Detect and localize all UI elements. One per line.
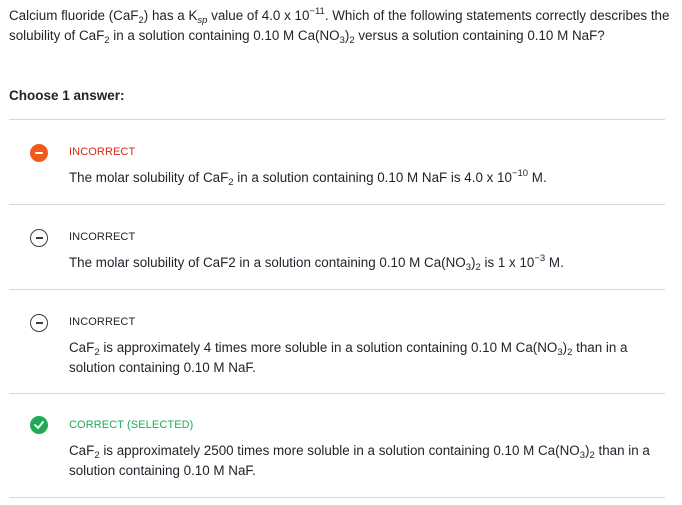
choice-status: CORRECT (SELECTED) [69, 419, 194, 431]
answer-choice-1[interactable]: INCORRECT The molar solubility of CaF2 i… [9, 120, 665, 204]
choose-label: Choose 1 answer: [9, 88, 125, 103]
text-part: CaF [69, 340, 95, 355]
choice-text: The molar solubility of CaF2 in a soluti… [69, 253, 659, 273]
minus-circle-outline-icon [30, 314, 48, 332]
text-part: in a solution containing 0.10 M NaF is 4… [233, 170, 512, 185]
choice-status: INCORRECT [69, 231, 136, 243]
choice-status: INCORRECT [69, 316, 136, 328]
checkmark-circle-icon [30, 416, 48, 434]
answer-choice-3[interactable]: INCORRECT CaF2 is approximately 4 times … [9, 290, 665, 393]
choice-status: INCORRECT [69, 146, 136, 158]
question-part: in a solution containing 0.10 M Ca(NO [109, 28, 340, 43]
superscript: −11 [309, 6, 325, 17]
text-part: M. [545, 255, 564, 270]
text-part: The molar solubility of CaF2 in a soluti… [69, 255, 466, 270]
superscript: −3 [534, 253, 546, 264]
text-part: CaF [69, 443, 95, 458]
text-part: is approximately 4 times more soluble in… [99, 340, 558, 355]
text-part: is approximately 2500 times more soluble… [99, 443, 580, 458]
text-part: is 1 x 10 [480, 255, 535, 270]
question-part: Calcium fluoride (CaF [9, 8, 139, 23]
choice-text: CaF2 is approximately 2500 times more so… [69, 441, 659, 481]
minus-circle-filled-icon [30, 144, 48, 162]
question-part: value of 4.0 x 10 [207, 8, 310, 23]
choice-text: CaF2 is approximately 4 times more solub… [69, 338, 659, 378]
text-part: The molar solubility of CaF [69, 170, 229, 185]
superscript: −10 [511, 168, 529, 179]
minus-circle-outline-icon [30, 229, 48, 247]
question-part: ) has a K [143, 8, 198, 23]
choice-text: The molar solubility of CaF2 in a soluti… [69, 168, 659, 188]
text-part: M. [528, 170, 547, 185]
question-part: versus a solution containing 0.10 M NaF? [354, 28, 605, 43]
checkmark-icon [34, 421, 44, 429]
question-text: Calcium fluoride (CaF2) has a Ksp value … [9, 6, 673, 46]
divider [9, 497, 665, 498]
answer-choice-4[interactable]: CORRECT (SELECTED) CaF2 is approximately… [9, 394, 665, 497]
answer-choice-2[interactable]: INCORRECT The molar solubility of CaF2 i… [9, 205, 665, 289]
subscript: sp [197, 15, 208, 26]
